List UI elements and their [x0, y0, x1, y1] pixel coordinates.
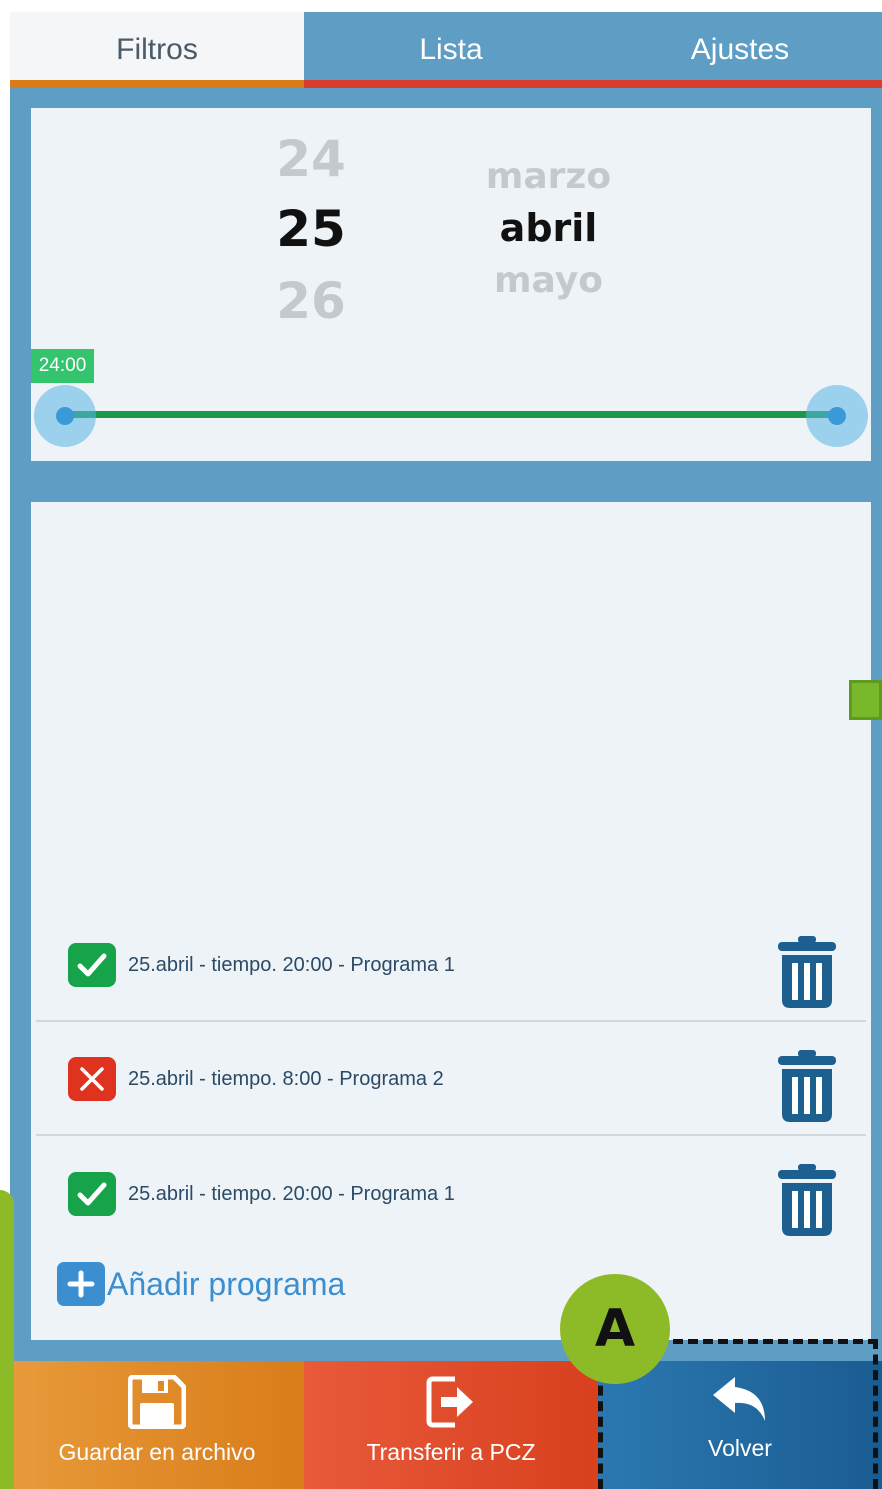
tab-filtros[interactable]: Filtros — [10, 12, 304, 88]
month-selected[interactable]: abril — [451, 206, 646, 250]
month-option-prev[interactable]: marzo — [451, 156, 646, 197]
floppy-disk-icon — [128, 1375, 186, 1429]
plus-icon — [57, 1262, 105, 1306]
list-item: 25.abril - tiempo. 8:00 - Programa 2 — [36, 1024, 866, 1136]
export-arrow-icon — [426, 1376, 473, 1428]
check-icon — [77, 1182, 107, 1206]
tab-label: Ajustes — [690, 33, 790, 66]
time-slider-handle-end[interactable] — [806, 385, 868, 447]
trash-icon[interactable] — [776, 1050, 838, 1122]
tab-label: Lista — [419, 33, 483, 66]
transfer-to-pcz-label: Transferir a PCZ — [366, 1439, 536, 1465]
time-slider-handle-start[interactable] — [34, 385, 96, 447]
tab-indicator — [598, 80, 882, 88]
month-option-next[interactable]: mayo — [451, 260, 646, 301]
trash-icon[interactable] — [776, 1164, 838, 1236]
tab-indicator — [10, 80, 304, 88]
date-picker-panel: 24 25 26 marzo abril mayo 24:00 — [31, 108, 871, 461]
reply-arrow-icon — [713, 1377, 765, 1421]
close-icon — [80, 1067, 104, 1091]
time-slider-track[interactable] — [65, 411, 837, 418]
tab-bar: Filtros Lista Ajustes — [10, 12, 882, 88]
program-label: 25.abril - tiempo. 20:00 - Programa 1 — [128, 953, 455, 976]
trash-icon[interactable] — [776, 936, 838, 1008]
day-option-next[interactable]: 26 — [231, 272, 391, 330]
action-bar: Guardar en archivo Transferir a PCZ Volv… — [10, 1339, 882, 1489]
app-window: Filtros Lista Ajustes 24 25 26 marzo abr… — [10, 12, 882, 1489]
program-enabled-toggle[interactable] — [68, 943, 116, 987]
day-option-prev[interactable]: 24 — [231, 130, 391, 188]
time-value-badge: 24:00 — [31, 349, 94, 383]
add-program-label: Añadir programa — [107, 1265, 346, 1302]
list-item: 25.abril - tiempo. 20:00 - Programa 1 — [36, 910, 866, 1022]
tab-ajustes[interactable]: Ajustes — [598, 12, 882, 88]
list-item: 25.abril - tiempo. 20:00 - Programa 1 — [36, 1138, 866, 1250]
tab-label: Filtros — [116, 33, 198, 66]
program-label: 25.abril - tiempo. 8:00 - Programa 2 — [128, 1067, 444, 1090]
program-list-panel: 25.abril - tiempo. 20:00 - Programa 1 25… — [31, 502, 871, 1340]
annotation-marker: A — [560, 1274, 670, 1384]
check-icon — [77, 953, 107, 977]
program-label: 25.abril - tiempo. 20:00 - Programa 1 — [128, 1182, 455, 1205]
edge-handle[interactable] — [849, 680, 882, 720]
save-to-file-label: Guardar en archivo — [58, 1439, 256, 1465]
tab-indicator — [304, 80, 598, 88]
program-enabled-toggle[interactable] — [68, 1172, 116, 1216]
transfer-to-pcz-button[interactable]: Transferir a PCZ — [304, 1361, 598, 1489]
add-program-button[interactable]: Añadir programa — [57, 1262, 345, 1306]
program-disabled-toggle[interactable] — [68, 1057, 116, 1101]
day-selected[interactable]: 25 — [231, 200, 391, 258]
tab-lista[interactable]: Lista — [304, 12, 598, 88]
decorative-edge-shape — [0, 1190, 14, 1489]
back-label: Volver — [708, 1435, 772, 1461]
save-to-file-button[interactable]: Guardar en archivo — [10, 1361, 304, 1489]
back-button[interactable]: Volver — [598, 1339, 882, 1489]
